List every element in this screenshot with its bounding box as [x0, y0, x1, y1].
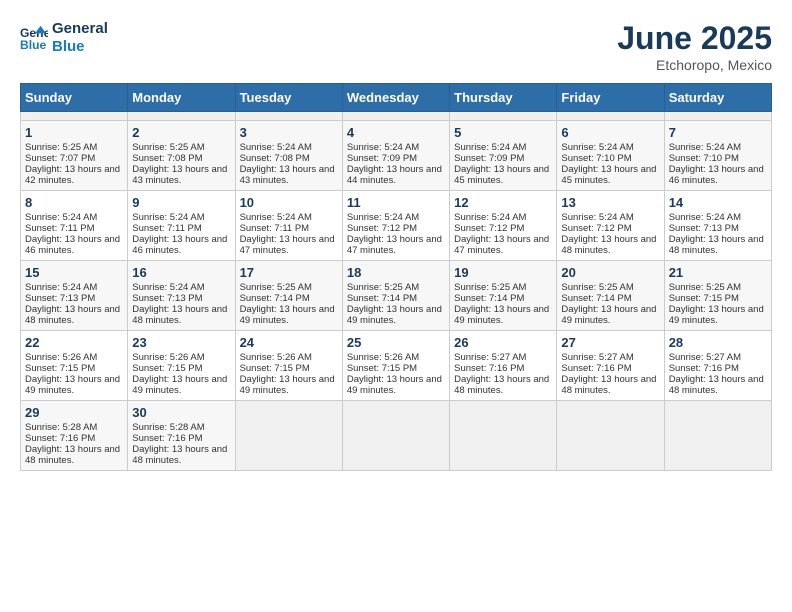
day-24: 24 Sunrise: 5:26 AMSunset: 7:15 PMDaylig…	[235, 331, 342, 401]
logo-line2: Blue	[52, 38, 108, 56]
week-row-1	[21, 112, 772, 121]
day-10: 10 Sunrise: 5:24 AMSunset: 7:11 PMDaylig…	[235, 191, 342, 261]
day-20: 20 Sunrise: 5:25 AMSunset: 7:14 PMDaylig…	[557, 261, 664, 331]
calendar-title: June 2025	[617, 20, 772, 57]
day-22: 22 Sunrise: 5:26 AMSunset: 7:15 PMDaylig…	[21, 331, 128, 401]
day-12: 12 Sunrise: 5:24 AMSunset: 7:12 PMDaylig…	[450, 191, 557, 261]
calendar-table: Sunday Monday Tuesday Wednesday Thursday…	[20, 83, 772, 471]
week-row-3: 8 Sunrise: 5:24 AMSunset: 7:11 PMDayligh…	[21, 191, 772, 261]
empty-cell	[235, 112, 342, 121]
col-friday: Friday	[557, 84, 664, 112]
empty-cell	[235, 401, 342, 471]
day-11: 11 Sunrise: 5:24 AMSunset: 7:12 PMDaylig…	[342, 191, 449, 261]
week-row-6: 29 Sunrise: 5:28 AMSunset: 7:16 PMDaylig…	[21, 401, 772, 471]
empty-cell	[128, 112, 235, 121]
col-saturday: Saturday	[664, 84, 771, 112]
day-25: 25 Sunrise: 5:26 AMSunset: 7:15 PMDaylig…	[342, 331, 449, 401]
day-4: 4 Sunrise: 5:24 AMSunset: 7:09 PMDayligh…	[342, 121, 449, 191]
empty-cell	[21, 112, 128, 121]
header-row: Sunday Monday Tuesday Wednesday Thursday…	[21, 84, 772, 112]
col-monday: Monday	[128, 84, 235, 112]
day-23: 23 Sunrise: 5:26 AMSunset: 7:15 PMDaylig…	[128, 331, 235, 401]
empty-cell	[342, 401, 449, 471]
empty-cell	[557, 112, 664, 121]
logo: General Blue General Blue	[20, 20, 108, 56]
logo-line1: General	[52, 20, 108, 38]
week-row-2: 1 Sunrise: 5:25 AMSunset: 7:07 PMDayligh…	[21, 121, 772, 191]
day-6: 6 Sunrise: 5:24 AMSunset: 7:10 PMDayligh…	[557, 121, 664, 191]
svg-text:Blue: Blue	[20, 38, 47, 52]
empty-cell	[664, 401, 771, 471]
day-13: 13 Sunrise: 5:24 AMSunset: 7:12 PMDaylig…	[557, 191, 664, 261]
day-19: 19 Sunrise: 5:25 AMSunset: 7:14 PMDaylig…	[450, 261, 557, 331]
empty-cell	[664, 112, 771, 121]
empty-cell	[342, 112, 449, 121]
logo-icon: General Blue	[20, 24, 48, 52]
day-7: 7 Sunrise: 5:24 AMSunset: 7:10 PMDayligh…	[664, 121, 771, 191]
day-21: 21 Sunrise: 5:25 AMSunset: 7:15 PMDaylig…	[664, 261, 771, 331]
week-row-4: 15 Sunrise: 5:24 AMSunset: 7:13 PMDaylig…	[21, 261, 772, 331]
header: General Blue General Blue June 2025 Etch…	[20, 20, 772, 73]
col-tuesday: Tuesday	[235, 84, 342, 112]
col-sunday: Sunday	[21, 84, 128, 112]
day-2: 2 Sunrise: 5:25 AMSunset: 7:08 PMDayligh…	[128, 121, 235, 191]
day-30: 30 Sunrise: 5:28 AMSunset: 7:16 PMDaylig…	[128, 401, 235, 471]
col-thursday: Thursday	[450, 84, 557, 112]
day-27: 27 Sunrise: 5:27 AMSunset: 7:16 PMDaylig…	[557, 331, 664, 401]
day-3: 3 Sunrise: 5:24 AMSunset: 7:08 PMDayligh…	[235, 121, 342, 191]
day-18: 18 Sunrise: 5:25 AMSunset: 7:14 PMDaylig…	[342, 261, 449, 331]
day-9: 9 Sunrise: 5:24 AMSunset: 7:11 PMDayligh…	[128, 191, 235, 261]
calendar-subtitle: Etchoropo, Mexico	[617, 57, 772, 73]
day-29: 29 Sunrise: 5:28 AMSunset: 7:16 PMDaylig…	[21, 401, 128, 471]
week-row-5: 22 Sunrise: 5:26 AMSunset: 7:15 PMDaylig…	[21, 331, 772, 401]
day-26: 26 Sunrise: 5:27 AMSunset: 7:16 PMDaylig…	[450, 331, 557, 401]
empty-cell	[450, 112, 557, 121]
day-5: 5 Sunrise: 5:24 AMSunset: 7:09 PMDayligh…	[450, 121, 557, 191]
day-14: 14 Sunrise: 5:24 AMSunset: 7:13 PMDaylig…	[664, 191, 771, 261]
empty-cell	[450, 401, 557, 471]
day-15: 15 Sunrise: 5:24 AMSunset: 7:13 PMDaylig…	[21, 261, 128, 331]
day-1: 1 Sunrise: 5:25 AMSunset: 7:07 PMDayligh…	[21, 121, 128, 191]
empty-cell	[557, 401, 664, 471]
title-area: June 2025 Etchoropo, Mexico	[617, 20, 772, 73]
day-28: 28 Sunrise: 5:27 AMSunset: 7:16 PMDaylig…	[664, 331, 771, 401]
col-wednesday: Wednesday	[342, 84, 449, 112]
day-16: 16 Sunrise: 5:24 AMSunset: 7:13 PMDaylig…	[128, 261, 235, 331]
day-8: 8 Sunrise: 5:24 AMSunset: 7:11 PMDayligh…	[21, 191, 128, 261]
day-17: 17 Sunrise: 5:25 AMSunset: 7:14 PMDaylig…	[235, 261, 342, 331]
